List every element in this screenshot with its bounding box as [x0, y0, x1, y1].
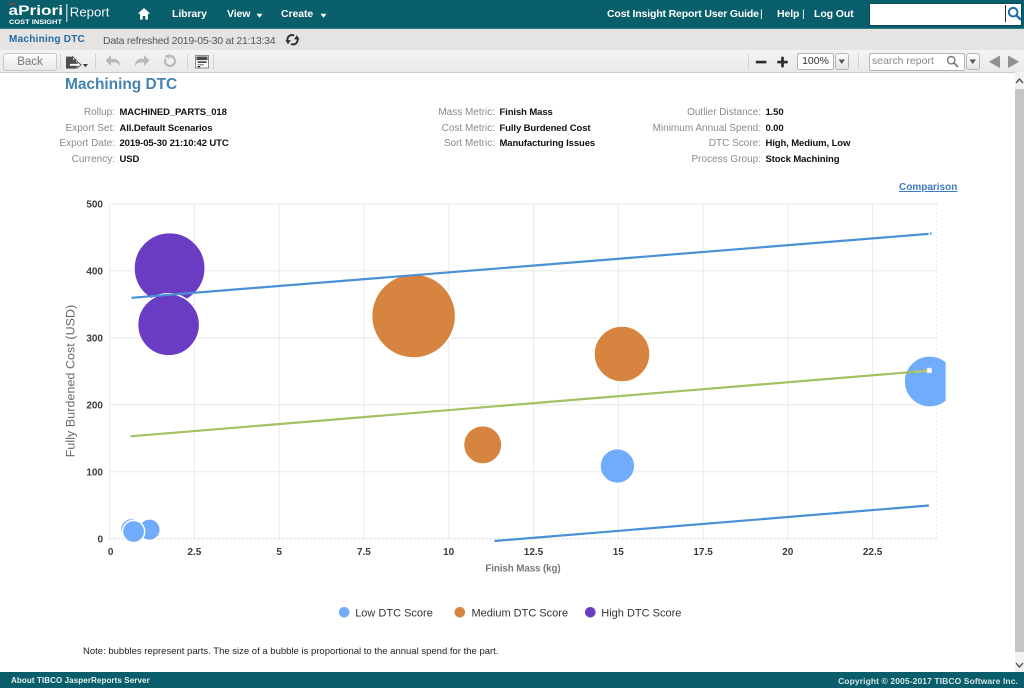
svg-text:22.5: 22.5: [863, 547, 883, 558]
svg-text:7.5: 7.5: [357, 547, 371, 558]
svg-text:17.5: 17.5: [693, 547, 713, 558]
svg-text:0: 0: [97, 535, 103, 546]
svg-text:15: 15: [613, 547, 625, 558]
svg-text:200: 200: [86, 401, 103, 412]
svg-text:300: 300: [86, 334, 103, 345]
svg-text:Low DTC Score: Low DTC Score: [355, 607, 433, 619]
svg-text:500: 500: [86, 200, 103, 211]
svg-text:High DTC Score: High DTC Score: [601, 607, 681, 619]
svg-text:12.5: 12.5: [524, 547, 544, 558]
svg-text:2.5: 2.5: [187, 547, 201, 558]
svg-text:5: 5: [276, 547, 282, 558]
svg-text:Finish Mass (kg): Finish Mass (kg): [485, 564, 560, 575]
svg-text:10: 10: [443, 547, 455, 558]
svg-text:Medium DTC Score: Medium DTC Score: [472, 607, 569, 619]
svg-text:400: 400: [86, 267, 103, 278]
svg-text:20: 20: [782, 547, 794, 558]
svg-text:Fully Burdened Cost (USD): Fully Burdened Cost (USD): [64, 305, 78, 458]
svg-text:0: 0: [108, 547, 114, 558]
svg-text:100: 100: [86, 468, 103, 479]
